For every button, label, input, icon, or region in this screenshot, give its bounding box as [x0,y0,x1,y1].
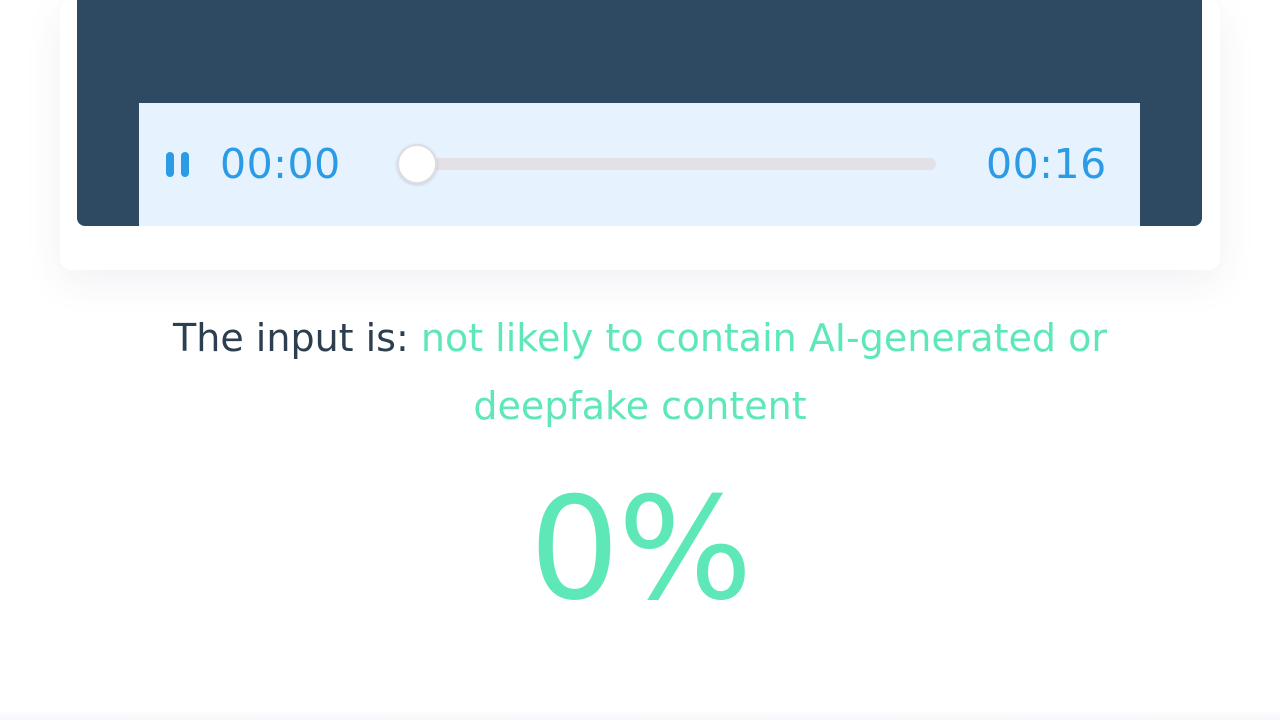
ai-probability-score: 0% [529,467,752,632]
pause-icon [166,152,174,177]
result-verdict: not likely to contain AI-generated or de… [420,316,1107,428]
seek-bar[interactable] [400,158,936,170]
seek-handle[interactable] [397,144,437,184]
result-prefix: The input is: [173,316,421,360]
result-message: The input is: not likely to contain AI-g… [100,304,1180,440]
page: 00:00 00:16 The input is: not likely to … [0,0,1280,720]
bottom-divider [0,710,1280,720]
current-time: 00:00 [220,140,341,188]
pause-icon-bar [181,152,189,177]
total-time: 00:16 [986,140,1107,188]
pause-button[interactable] [160,144,200,184]
